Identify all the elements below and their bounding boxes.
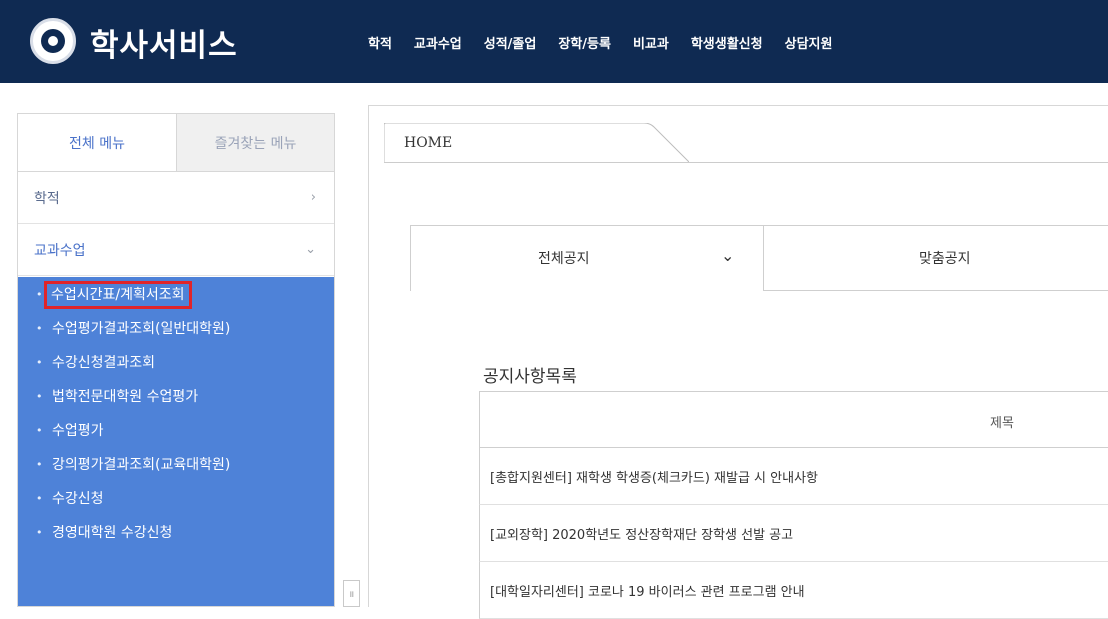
tab-all-menu[interactable]: 전체 메뉴	[18, 114, 176, 171]
table-row[interactable]: [교외장학] 2020학년도 정산장학재단 장학생 선발 공고	[479, 505, 1108, 562]
topnav-item-academic-record[interactable]: 학적	[368, 33, 392, 52]
top-navigation: 학적 교과수업 성적/졸업 장학/등록 비교과 학생생활신청 상담지원	[368, 33, 854, 52]
highlighted-label: 수업시간표/계획서조회	[44, 281, 192, 309]
sidebar-tabs: 전체 메뉴 즐겨찾는 메뉴	[18, 114, 334, 172]
submenu-item-law-school-evaluation[interactable]: 법학전문대학원 수업평가	[18, 388, 334, 406]
notice-list-title: 공지사항목록	[483, 367, 577, 387]
table-row[interactable]: [대학일자리센터] 코로나 19 바이러스 관련 프로그램 안내	[479, 562, 1108, 619]
sidebar-item-label: 학적	[34, 190, 60, 207]
app-header: 학사서비스 학적 교과수업 성적/졸업 장학/등록 비교과 학생생활신청 상담지…	[0, 0, 1108, 83]
sidebar-item-academic-record[interactable]: 학적 ›	[18, 172, 334, 224]
sidebar-item-courses[interactable]: 교과수업 ⌄	[18, 224, 334, 276]
notice-tabs: 전체공지 ⌄ 맞춤공지	[410, 225, 1108, 291]
tab-favorite-menu[interactable]: 즐겨찾는 메뉴	[176, 114, 334, 171]
column-header-title: 제목	[990, 416, 1014, 431]
tab-all-notices-label: 전체공지	[538, 251, 590, 267]
tab-all-notices[interactable]: 전체공지 ⌄	[410, 225, 764, 291]
topnav-item-extracurricular[interactable]: 비교과	[633, 33, 669, 52]
notice-table: 제목 [총합지원센터] 재학생 학생증(체크카드) 재발급 시 안내사항 [교외…	[479, 391, 1108, 619]
submenu-item-course-evaluation[interactable]: 수업평가	[18, 422, 334, 440]
submenu-item-business-school-registration[interactable]: 경영대학원 수강신청	[18, 524, 334, 542]
university-logo-icon[interactable]	[30, 18, 76, 64]
sidebar: 전체 메뉴 즐겨찾는 메뉴 학적 › 교과수업 ⌄ 수업시간표/계획서조회 수업…	[17, 113, 335, 607]
tab-home[interactable]: HOME	[384, 123, 689, 163]
tab-custom-notices[interactable]: 맞춤공지	[764, 225, 1108, 291]
submenu-item-registration-results[interactable]: 수강신청결과조회	[18, 354, 334, 372]
chevron-right-icon: ›	[310, 190, 316, 205]
chevron-down-icon: ⌄	[305, 242, 316, 257]
tab-custom-notices-label: 맞춤공지	[919, 251, 971, 267]
main-content: HOME 전체공지 ⌄ 맞춤공지 공지사항목록 제목 [총합지원센터] 재학생 …	[368, 105, 1108, 619]
sidebar-submenu: 수업시간표/계획서조회 수업평가결과조회(일반대학원) 수강신청결과조회 법학전…	[18, 277, 334, 606]
submenu-item-timetable[interactable]: 수업시간표/계획서조회	[18, 281, 334, 309]
submenu-item-edu-evaluation-results[interactable]: 강의평가결과조회(교육대학원)	[18, 456, 334, 474]
topnav-item-counseling[interactable]: 상담지원	[785, 33, 833, 52]
sidebar-item-label: 교과수업	[34, 242, 86, 259]
submenu-item-grad-evaluation-results[interactable]: 수업평가결과조회(일반대학원)	[18, 320, 334, 338]
tab-divider	[384, 162, 1108, 163]
topnav-item-grades-graduation[interactable]: 성적/졸업	[484, 33, 537, 52]
topnav-item-courses[interactable]: 교과수업	[414, 33, 462, 52]
chevron-down-icon[interactable]: ⌄	[721, 246, 734, 265]
tab-home-label: HOME	[404, 135, 453, 151]
topnav-item-scholarship-registration[interactable]: 장학/등록	[558, 33, 611, 52]
table-row[interactable]: [총합지원센터] 재학생 학생증(체크카드) 재발급 시 안내사항	[479, 448, 1108, 505]
sidebar-collapse-button[interactable]: ॥	[343, 580, 360, 607]
topnav-item-student-life[interactable]: 학생생활신청	[691, 33, 763, 52]
table-header: 제목	[479, 392, 1108, 448]
submenu-item-course-registration[interactable]: 수강신청	[18, 490, 334, 508]
app-title[interactable]: 학사서비스	[90, 20, 238, 65]
